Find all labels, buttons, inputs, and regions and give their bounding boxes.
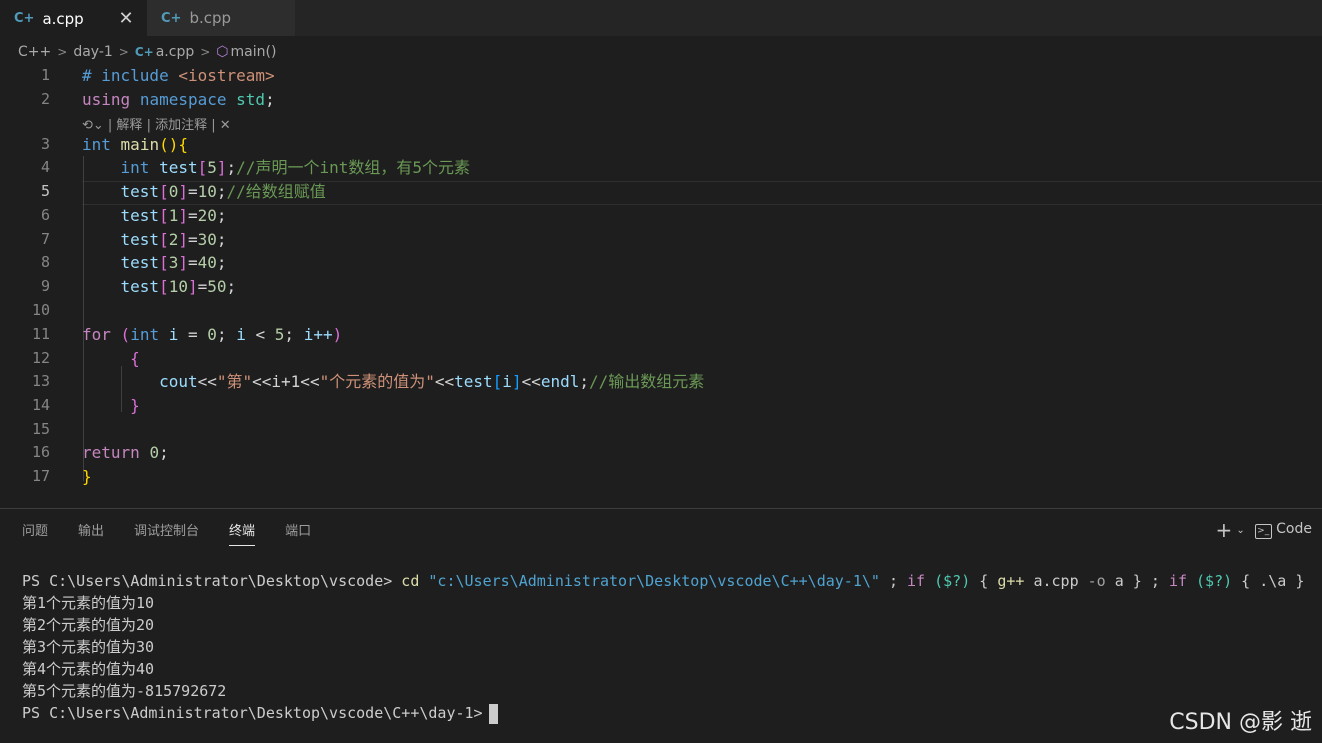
terminal-output[interactable]: PS C:\Users\Administrator\Desktop\vscode… — [22, 570, 1304, 724]
terminal-output-line: 第1个元素的值为10 — [22, 594, 155, 612]
code-token: <iostream> — [178, 66, 275, 85]
terminal-icon: >_ — [1254, 524, 1272, 539]
code-line: 2 using namespace std; — [0, 88, 1322, 111]
code-line: 3 int main(){ — [0, 133, 1322, 156]
code-line: 17 } — [0, 465, 1322, 488]
chevron-right-icon: > — [200, 45, 211, 59]
code-line: 1 # include <iostream> — [0, 64, 1322, 87]
code-line: 9 test[10]=50; — [0, 275, 1322, 298]
tab-debug-console[interactable]: 调试控制台 — [134, 520, 199, 546]
code-token: 10 — [197, 182, 217, 201]
tab-a-cpp[interactable]: C+ a.cpp ✕ — [0, 0, 147, 36]
code-comment: //声明一个int数组，有5个元素 — [236, 158, 470, 177]
terminal-output-line: 第5个元素的值为-815792672 — [22, 682, 227, 700]
terminal-output-line: 第3个元素的值为30 — [22, 638, 155, 656]
code-line: 15 — [0, 418, 1322, 441]
panel-divider[interactable] — [0, 508, 1322, 509]
panel-actions: + ⌄ >_ Code — [1216, 518, 1312, 542]
code-line: 10 — [0, 299, 1322, 322]
chevron-right-icon: > — [57, 45, 68, 59]
code-line: 5 test[0]=10;//给数组赋值 — [0, 180, 1322, 203]
method-cube-icon: ⬡ — [216, 44, 229, 60]
terminal-profile-button[interactable]: >_ Code — [1254, 521, 1312, 539]
line-number: 12 — [31, 349, 50, 367]
code-line: 14 } — [0, 394, 1322, 417]
terminal-output-line: 第2个元素的值为20 — [22, 616, 155, 634]
tab-b-cpp[interactable]: C+ b.cpp — [147, 0, 295, 36]
code-token: std — [236, 90, 266, 109]
line-number: 15 — [31, 420, 50, 438]
line-number: 2 — [40, 90, 50, 108]
tab-output[interactable]: 输出 — [78, 520, 104, 546]
line-number: 11 — [31, 325, 50, 343]
chevron-down-icon[interactable]: ⌄ — [1236, 525, 1244, 536]
line-number: 8 — [40, 253, 50, 271]
line-number: 13 — [31, 372, 50, 390]
terminal-cursor — [488, 703, 498, 724]
terminal-command-line: PS C:\Users\Administrator\Desktop\vscode… — [22, 572, 1305, 590]
code-token: test — [159, 158, 198, 177]
code-token: main — [120, 135, 160, 154]
line-number: 1 — [40, 66, 50, 84]
panel-tabs: 问题 输出 调试控制台 终端 端口 — [22, 520, 311, 546]
code-line: 13 cout<<"第"<<i+1<<"个元素的值为"<<test[i]<<en… — [0, 370, 1322, 393]
cpp-file-icon: C+ — [161, 10, 182, 26]
line-number: 16 — [31, 443, 50, 461]
code-token: # include — [82, 66, 169, 85]
line-number: 17 — [31, 467, 50, 485]
terminal-prompt-line: PS C:\Users\Administrator\Desktop\vscode… — [22, 702, 1304, 724]
close-icon[interactable]: ✕ — [117, 8, 135, 29]
code-line: 12 { — [0, 347, 1322, 370]
terminal-output-line: 第4个元素的值为40 — [22, 660, 155, 678]
breadcrumb: C++ > day-1 > C+ a.cpp > ⬡ main() — [18, 42, 276, 62]
breadcrumb-folder[interactable]: day-1 — [73, 44, 112, 60]
cpp-file-icon: C+ — [14, 11, 35, 26]
code-line: 6 test[1]=20; — [0, 204, 1322, 227]
codelens-label[interactable]: | 解释 | 添加注释 | — [108, 118, 216, 133]
code-token: 5 — [207, 158, 217, 177]
code-token: using — [82, 90, 131, 109]
watermark: CSDN @影 逝 — [1169, 710, 1312, 735]
tab-label: b.cpp — [189, 9, 232, 27]
cpp-file-icon: C+ — [134, 45, 154, 59]
code-line: 8 test[3]=40; — [0, 251, 1322, 274]
code-line: 16 return 0; — [0, 441, 1322, 464]
code-comment: //输出数组元素 — [589, 372, 705, 391]
code-token: 0 — [168, 182, 179, 201]
line-number: 5 — [40, 182, 50, 200]
breadcrumb-file[interactable]: C+ a.cpp — [135, 44, 194, 60]
code-token: int — [82, 135, 111, 154]
line-number: 9 — [40, 277, 50, 295]
editor-tab-bar: C+ a.cpp ✕ C+ b.cpp — [0, 0, 1322, 36]
code-line: 7 test[2]=30; — [0, 228, 1322, 251]
line-number: 3 — [40, 135, 50, 153]
code-token: test — [120, 182, 160, 201]
new-terminal-button[interactable]: + — [1216, 518, 1233, 542]
code-line: 4 int test[5];//声明一个int数组，有5个元素 — [0, 156, 1322, 179]
breadcrumb-lang[interactable]: C++ — [18, 44, 51, 60]
code-comment: //给数组赋值 — [226, 182, 326, 201]
codelens-icon[interactable]: ⟲⌄ — [82, 118, 108, 133]
code-editor[interactable]: 1 # include <iostream> 2 using namespace… — [0, 64, 1322, 494]
tab-terminal[interactable]: 终端 — [229, 520, 256, 546]
close-icon[interactable]: ✕ — [216, 118, 231, 133]
breadcrumb-symbol[interactable]: ⬡ main() — [216, 44, 276, 60]
line-number: 10 — [31, 301, 50, 319]
line-number: 14 — [31, 396, 50, 414]
code-token: for — [82, 325, 111, 344]
line-number: 4 — [40, 158, 50, 176]
code-token: int — [120, 158, 150, 177]
tab-ports[interactable]: 端口 — [285, 520, 311, 546]
tab-problems[interactable]: 问题 — [22, 520, 48, 546]
chevron-right-icon: > — [118, 45, 129, 59]
line-number: 7 — [40, 230, 50, 248]
code-line: 11 for (int i = 0; i < 5; i++) — [0, 323, 1322, 346]
code-token: namespace — [139, 90, 227, 109]
line-number: 6 — [40, 206, 50, 224]
tab-label: a.cpp — [42, 9, 84, 28]
codelens-actions[interactable]: ⟲⌄ | 解释 | 添加注释 | ✕ — [82, 114, 231, 133]
